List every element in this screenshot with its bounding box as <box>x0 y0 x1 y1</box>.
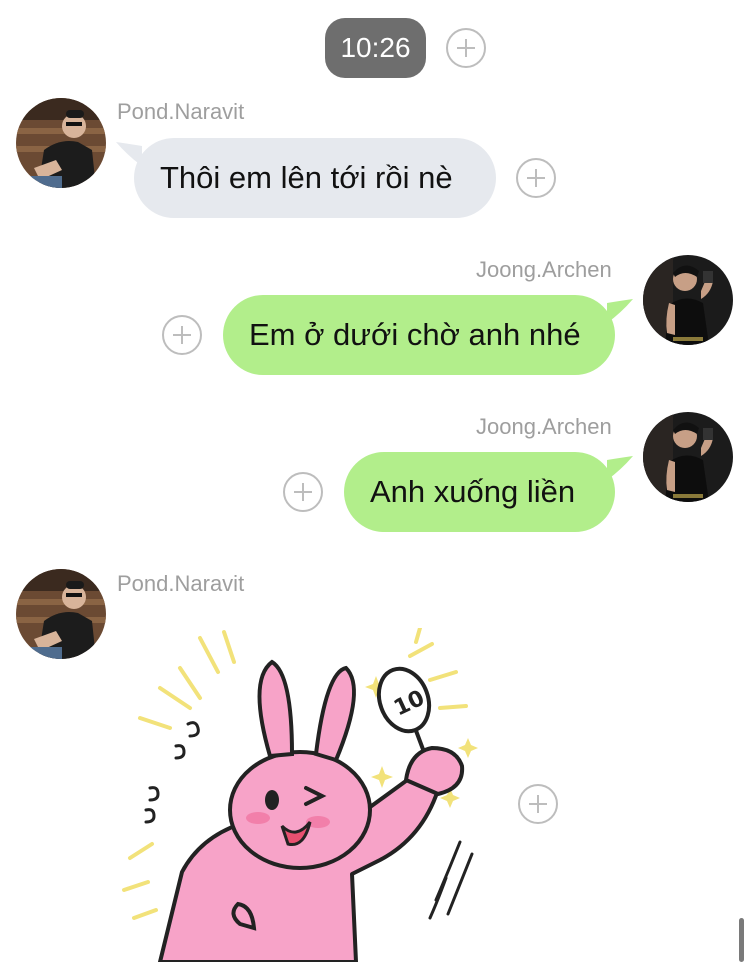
sender-name: Joong.Archen <box>476 414 612 439</box>
avatar-joong[interactable] <box>643 255 733 345</box>
message-bubble-outgoing[interactable]: Anh xuống liền <box>344 452 615 532</box>
add-icon[interactable] <box>446 28 486 68</box>
avatar-pond-image <box>16 569 106 659</box>
add-icon[interactable] <box>518 784 558 824</box>
bubble-tail <box>607 297 633 323</box>
avatar-joong-image <box>643 255 733 345</box>
add-icon[interactable] <box>516 158 556 198</box>
sender-name: Joong.Archen <box>476 257 612 282</box>
plus-icon <box>173 326 191 344</box>
avatar-joong-image <box>643 412 733 502</box>
scrollbar-thumb[interactable] <box>739 918 744 962</box>
plus-icon <box>457 39 475 57</box>
add-icon[interactable] <box>283 472 323 512</box>
add-icon[interactable] <box>162 315 202 355</box>
timestamp-pill: 10:26 <box>325 18 426 78</box>
plus-icon <box>529 795 547 813</box>
plus-icon <box>527 169 545 187</box>
sender-name: Pond.Naravit <box>117 571 245 596</box>
avatar-pond[interactable] <box>16 98 106 188</box>
rabbit-sticker-image: 10 <box>122 628 478 962</box>
avatar-pond-image <box>16 98 106 188</box>
avatar-pond[interactable] <box>16 569 106 659</box>
avatar-joong[interactable] <box>643 412 733 502</box>
message-bubble-outgoing[interactable]: Em ở dưới chờ anh nhé <box>223 295 615 375</box>
sender-name: Pond.Naravit <box>117 99 245 124</box>
bubble-tail <box>607 454 633 480</box>
message-bubble-incoming[interactable]: Thôi em lên tới rồi nè <box>134 138 496 218</box>
plus-icon <box>294 483 312 501</box>
sticker-rabbit[interactable]: 10 <box>120 628 500 962</box>
chat-screen: 10:26 Pond.Naravit Thôi em lên tới rồi n… <box>0 0 750 962</box>
